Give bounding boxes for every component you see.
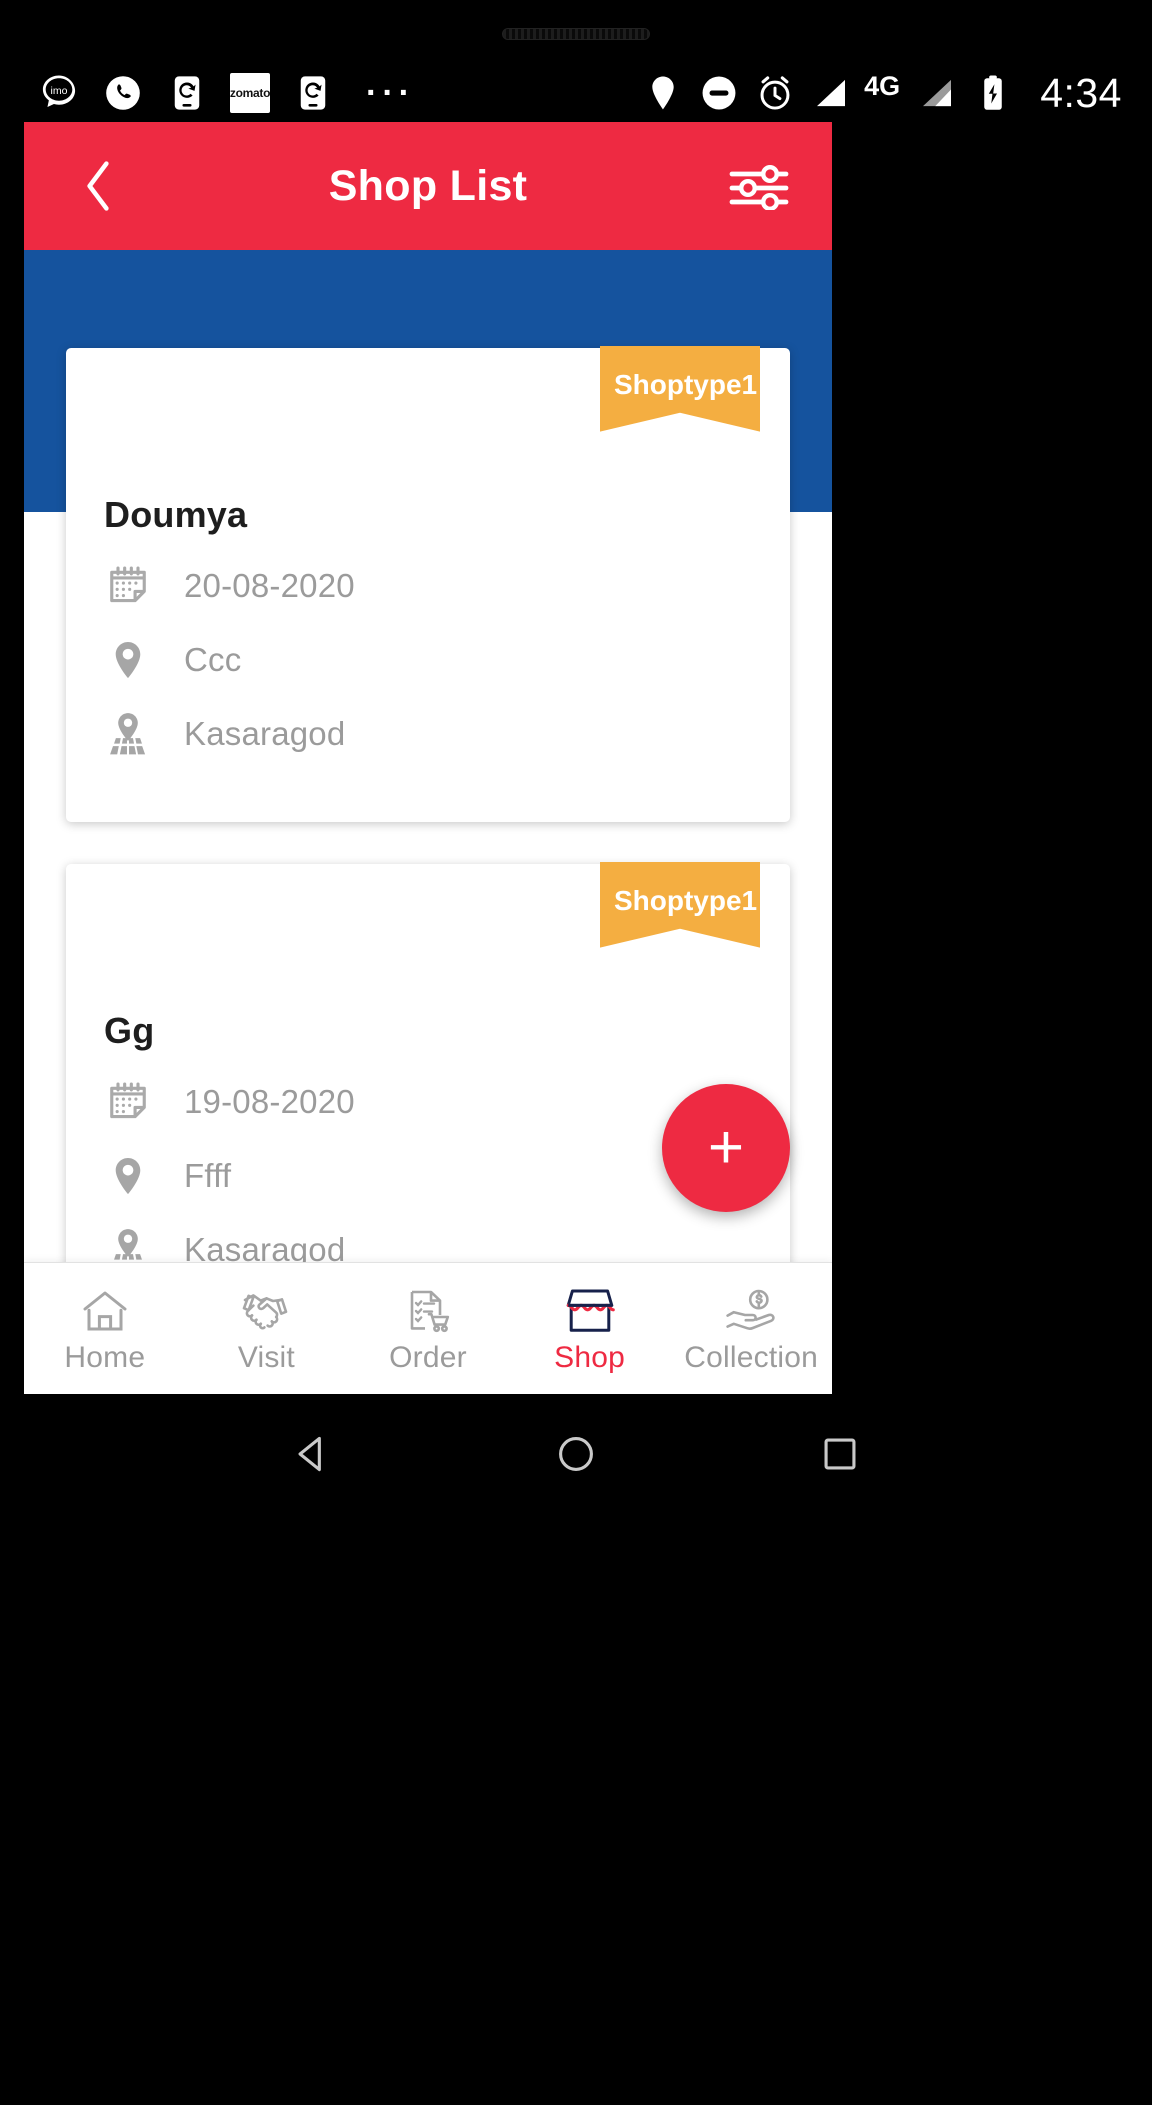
shop-place: Ccc <box>184 641 242 678</box>
money-hand-icon <box>724 1283 778 1335</box>
shop-list[interactable]: Shoptype1 Doumya 20-08-2020 Ccc Kasarago… <box>24 250 832 1394</box>
shop-place: Ffff <box>184 1157 232 1194</box>
system-home-button[interactable] <box>548 1426 604 1482</box>
app-screen: Shop List Shoptype1 Doumya 20-08-2020 Cc… <box>24 122 832 1394</box>
map-location-icon <box>102 708 154 760</box>
add-shop-fab[interactable]: + <box>662 1084 790 1212</box>
system-recents-button[interactable] <box>812 1426 868 1482</box>
nav-label-order: Order <box>389 1340 467 1374</box>
nav-label-visit: Visit <box>237 1340 295 1374</box>
chevron-left-icon <box>87 161 109 211</box>
calendar-icon <box>102 1076 154 1128</box>
nav-item-order[interactable]: Order <box>347 1263 509 1394</box>
back-triangle-icon <box>298 1436 321 1472</box>
status-bar: imo zomato ··· 4G 4:34 <box>0 62 1152 124</box>
nav-item-visit[interactable]: Visit <box>186 1263 348 1394</box>
more-dots-icon: ··· <box>366 74 415 112</box>
shop-district: Kasaragod <box>184 715 346 752</box>
home-circle-icon <box>559 1437 593 1471</box>
home-icon <box>79 1283 131 1335</box>
nav-item-home[interactable]: Home <box>24 1263 186 1394</box>
shop-name: Doumya <box>104 494 248 535</box>
signal-bars-icon-2 <box>923 79 952 107</box>
signal-bars-icon <box>817 79 846 107</box>
back-button[interactable] <box>70 158 126 214</box>
system-navigation-bar <box>0 1394 1152 1514</box>
location-icon <box>652 76 674 110</box>
alarm-clock-icon <box>760 76 790 110</box>
nav-label-shop: Shop <box>554 1340 626 1374</box>
clock-label: 4:34 <box>1040 69 1122 116</box>
nav-label-collection: Collection <box>684 1340 819 1374</box>
shop-place-row: Ccc <box>102 634 754 686</box>
page-title: Shop List <box>328 161 528 210</box>
storefront-icon <box>562 1283 618 1335</box>
app-bar: Shop List <box>24 122 832 250</box>
plus-icon: + <box>707 1113 745 1182</box>
bottom-navigation: Home Visit Order Shop Collection <box>24 1262 832 1394</box>
nav-item-collection[interactable]: Collection <box>670 1263 832 1394</box>
zomato-icon: zomato <box>230 73 270 113</box>
nav-item-shop[interactable]: Shop <box>509 1263 671 1394</box>
status-bar-overflow: ··· <box>334 74 642 112</box>
order-cart-icon <box>402 1283 454 1335</box>
map-pin-icon <box>102 634 154 686</box>
shop-card[interactable]: Shoptype1 Doumya 20-08-2020 Ccc Kasarago… <box>66 346 790 822</box>
shop-date-row: 20-08-2020 <box>102 560 754 612</box>
battery-charging-icon <box>984 75 1002 110</box>
recents-square-icon <box>824 1438 856 1470</box>
shop-date: 19-08-2020 <box>184 1083 355 1120</box>
map-pin-icon <box>102 1150 154 1202</box>
shop-name: Gg <box>104 1010 155 1051</box>
screen-rotate-icon <box>174 76 200 110</box>
status-bar-system: 4G 4:34 <box>642 70 1122 117</box>
phone-device: imo zomato ··· 4G 4:34 Shop List Shoptyp… <box>0 0 1152 2105</box>
status-bar-notifications: imo zomato <box>38 72 334 114</box>
calendar-icon <box>102 560 154 612</box>
filter-sliders-icon <box>729 164 789 210</box>
shop-date-row: 19-08-2020 <box>102 1076 754 1128</box>
shop-type-badge: Shoptype1 <box>600 346 760 432</box>
shop-type-badge: Shoptype1 <box>600 862 760 948</box>
handshake-icon <box>239 1283 293 1335</box>
do-not-disturb-icon <box>702 76 736 110</box>
system-back-button[interactable] <box>284 1426 340 1482</box>
phone-call-icon <box>106 76 140 110</box>
earpiece-speaker <box>502 28 650 40</box>
shop-date: 20-08-2020 <box>184 567 355 604</box>
shop-place-row: Ffff <box>102 1150 754 1202</box>
shop-district-row: Kasaragod <box>102 708 754 760</box>
imo-icon: imo <box>42 75 76 107</box>
network-type-label: 4G <box>864 70 901 101</box>
filter-button[interactable] <box>728 155 790 217</box>
nav-label-home: Home <box>64 1340 146 1374</box>
screen-rotate-icon-2 <box>300 76 326 110</box>
zomato-label: zomato <box>229 86 271 100</box>
svg-text:imo: imo <box>51 85 68 97</box>
